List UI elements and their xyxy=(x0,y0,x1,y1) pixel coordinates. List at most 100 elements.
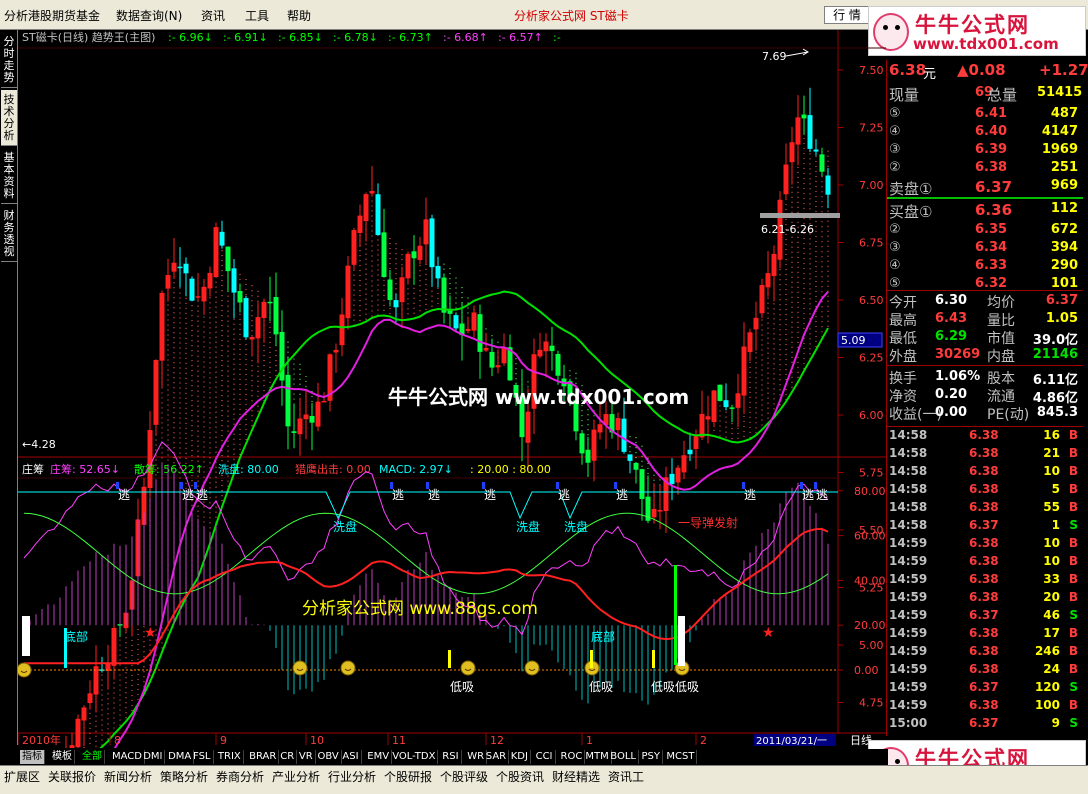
cloud-dot xyxy=(815,210,817,213)
cloud-dot xyxy=(197,420,199,422)
cloud-dot xyxy=(185,457,187,459)
indicator-tab[interactable]: CCI xyxy=(534,750,556,764)
cloud-dot xyxy=(179,382,181,384)
cloud-dot xyxy=(209,372,211,374)
tab-technical[interactable]: 技术分析 xyxy=(1,90,17,146)
cloud-dot xyxy=(767,392,769,394)
cloud-dot xyxy=(827,245,829,247)
cloud-dot xyxy=(89,742,91,745)
cloud-dot xyxy=(767,362,769,364)
cloud-dot xyxy=(821,206,823,208)
menu-analysis[interactable]: 分析 xyxy=(4,7,28,24)
indicator-tab[interactable]: MACD xyxy=(110,750,145,764)
cloud-dot xyxy=(209,337,211,339)
taskbar-item[interactable]: 关联报价 xyxy=(48,768,96,785)
indicator-tab[interactable]: PSY xyxy=(640,750,663,764)
menu-help[interactable]: 帮助 xyxy=(287,7,311,24)
indicator-tab[interactable]: BOLL xyxy=(608,750,639,764)
candle-body xyxy=(177,266,183,269)
indicator-tab[interactable]: OBV xyxy=(316,750,342,764)
cloud-dot xyxy=(197,480,199,482)
tick-side: B xyxy=(1068,572,1078,586)
taskbar-item[interactable]: 个股研报 xyxy=(384,768,432,785)
cloud-dot xyxy=(251,390,253,392)
taskbar-item[interactable]: 新闻分析 xyxy=(104,768,152,785)
cloud-dot xyxy=(365,258,367,260)
indicator-tab[interactable]: EMV xyxy=(365,750,393,764)
cloud-dot xyxy=(125,677,127,679)
cloud-dot xyxy=(821,316,823,318)
cloud-dot xyxy=(215,311,217,313)
taskbar-item[interactable]: 产业分析 xyxy=(272,768,320,785)
candle-body xyxy=(501,347,507,364)
indicator-tab[interactable]: DMI xyxy=(141,750,166,764)
taskbar-item[interactable]: 资讯工 xyxy=(608,768,644,785)
indicator-tab[interactable]: RSI xyxy=(440,750,462,764)
indicator-tab[interactable]: TRIX xyxy=(216,750,244,764)
cloud-dot xyxy=(221,284,223,287)
taskbar-item[interactable]: 策略分析 xyxy=(160,768,208,785)
taskbar-item[interactable]: 券商分析 xyxy=(216,768,264,785)
candle-body xyxy=(681,455,687,473)
cloud-dot xyxy=(107,733,109,735)
candle-body xyxy=(369,191,375,194)
cloud-dot xyxy=(791,386,793,388)
cloud-dot xyxy=(293,398,295,400)
cloud-dot xyxy=(797,296,799,298)
cloud-dot xyxy=(173,342,175,344)
cloud-dot xyxy=(797,251,799,253)
quote-button[interactable]: 行 情 xyxy=(824,6,870,24)
indicator-tab[interactable]: ROC xyxy=(559,750,586,764)
taskbar-item[interactable]: 个股评级 xyxy=(440,768,488,785)
taskbar-item[interactable]: 个股资讯 xyxy=(496,768,544,785)
taskbar-item[interactable]: 扩展区 xyxy=(4,768,40,785)
indicator-tab[interactable]: CR xyxy=(278,750,298,764)
cloud-dot xyxy=(161,417,163,419)
indicator-tab[interactable]: FSL xyxy=(191,750,214,764)
indicator-tab[interactable]: KDJ xyxy=(509,750,531,764)
menu-tools[interactable]: 工具 xyxy=(245,7,269,24)
taskbar-item[interactable]: 财经精选 xyxy=(552,768,600,785)
indicator-tab[interactable]: SAR xyxy=(484,750,510,764)
tick-volume: 120 xyxy=(1034,680,1060,694)
cloud-dot xyxy=(815,220,817,223)
cloud-dot xyxy=(209,417,211,419)
indicator-tab[interactable]: 模板 xyxy=(50,750,75,764)
cloud-dot xyxy=(239,333,241,335)
book-price: 6.36 xyxy=(975,201,1013,219)
cloud-dot xyxy=(797,276,799,278)
cloud-dot xyxy=(797,366,799,368)
cloud-dot xyxy=(785,203,787,206)
cloud-dot xyxy=(377,304,379,306)
indicator-tab[interactable]: VR xyxy=(297,750,316,764)
book-price: 6.39 xyxy=(975,142,1008,157)
indicator-tab[interactable]: 全部 xyxy=(80,750,105,764)
menu-news[interactable]: 资讯 xyxy=(201,7,225,24)
indicator-tab[interactable]: VOL-TDX xyxy=(390,750,439,764)
tab-intraday[interactable]: 分时走势 xyxy=(1,32,17,88)
cloud-dot xyxy=(587,414,589,416)
chart-area[interactable]: 7.507.257.006.756.506.256.005.755.505.25… xyxy=(18,30,886,748)
indicator-tab-bar: 指标 模板 全部 MACD DMI DMA FSL TRIX BRAR CR VR OBV ASI EMV… xyxy=(18,749,888,765)
indicator-tab[interactable]: 指标 xyxy=(20,750,45,764)
cloud-dot xyxy=(173,347,175,349)
indicator-tab[interactable]: MCST xyxy=(664,750,698,764)
indicator-tab[interactable]: ASI xyxy=(340,750,362,764)
cloud-dot xyxy=(251,425,253,427)
indicator-tab[interactable]: BRAR xyxy=(247,750,280,764)
cloud-dot xyxy=(233,443,235,445)
menu-data-query[interactable]: 数据查询(N) xyxy=(116,7,182,24)
cloud-dot xyxy=(197,375,199,377)
menu-hk-futures[interactable]: 港股期货基金 xyxy=(28,7,100,24)
cloud-dot xyxy=(179,387,181,389)
cloud-dot xyxy=(101,719,103,721)
cloud-dot xyxy=(761,399,763,401)
cloud-dot xyxy=(803,277,805,280)
total-vol: 51415 xyxy=(1037,85,1083,100)
tab-fundamental[interactable]: 基本资料 xyxy=(1,148,17,204)
tab-finance[interactable]: 财务透视 xyxy=(1,206,17,262)
cloud-dot xyxy=(791,186,793,188)
taskbar-item[interactable]: 行业分析 xyxy=(328,768,376,785)
cloud-dot xyxy=(137,683,139,686)
time-tick-label: 10 xyxy=(310,734,324,747)
